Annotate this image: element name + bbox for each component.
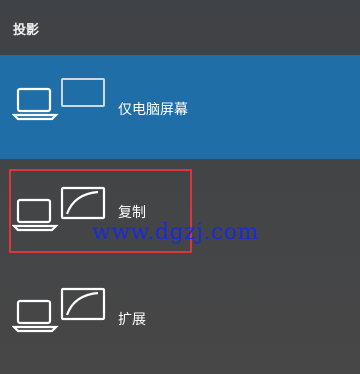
option-label: 仅电脑屏幕: [118, 102, 188, 118]
pc-screen-only-icon: [11, 75, 112, 135]
option-extend[interactable]: 扩展: [0, 265, 360, 369]
extend-icon: [11, 285, 112, 345]
option-pc-screen-only[interactable]: 仅电脑屏幕: [0, 55, 360, 159]
option-label: 扩展: [118, 312, 146, 328]
panel-title: 投影: [13, 23, 40, 38]
project-panel: 投影 仅电脑屏幕 复制 扩展 www.dgzj.com: [0, 0, 360, 374]
watermark-text: www.dgzj.com: [92, 220, 259, 245]
